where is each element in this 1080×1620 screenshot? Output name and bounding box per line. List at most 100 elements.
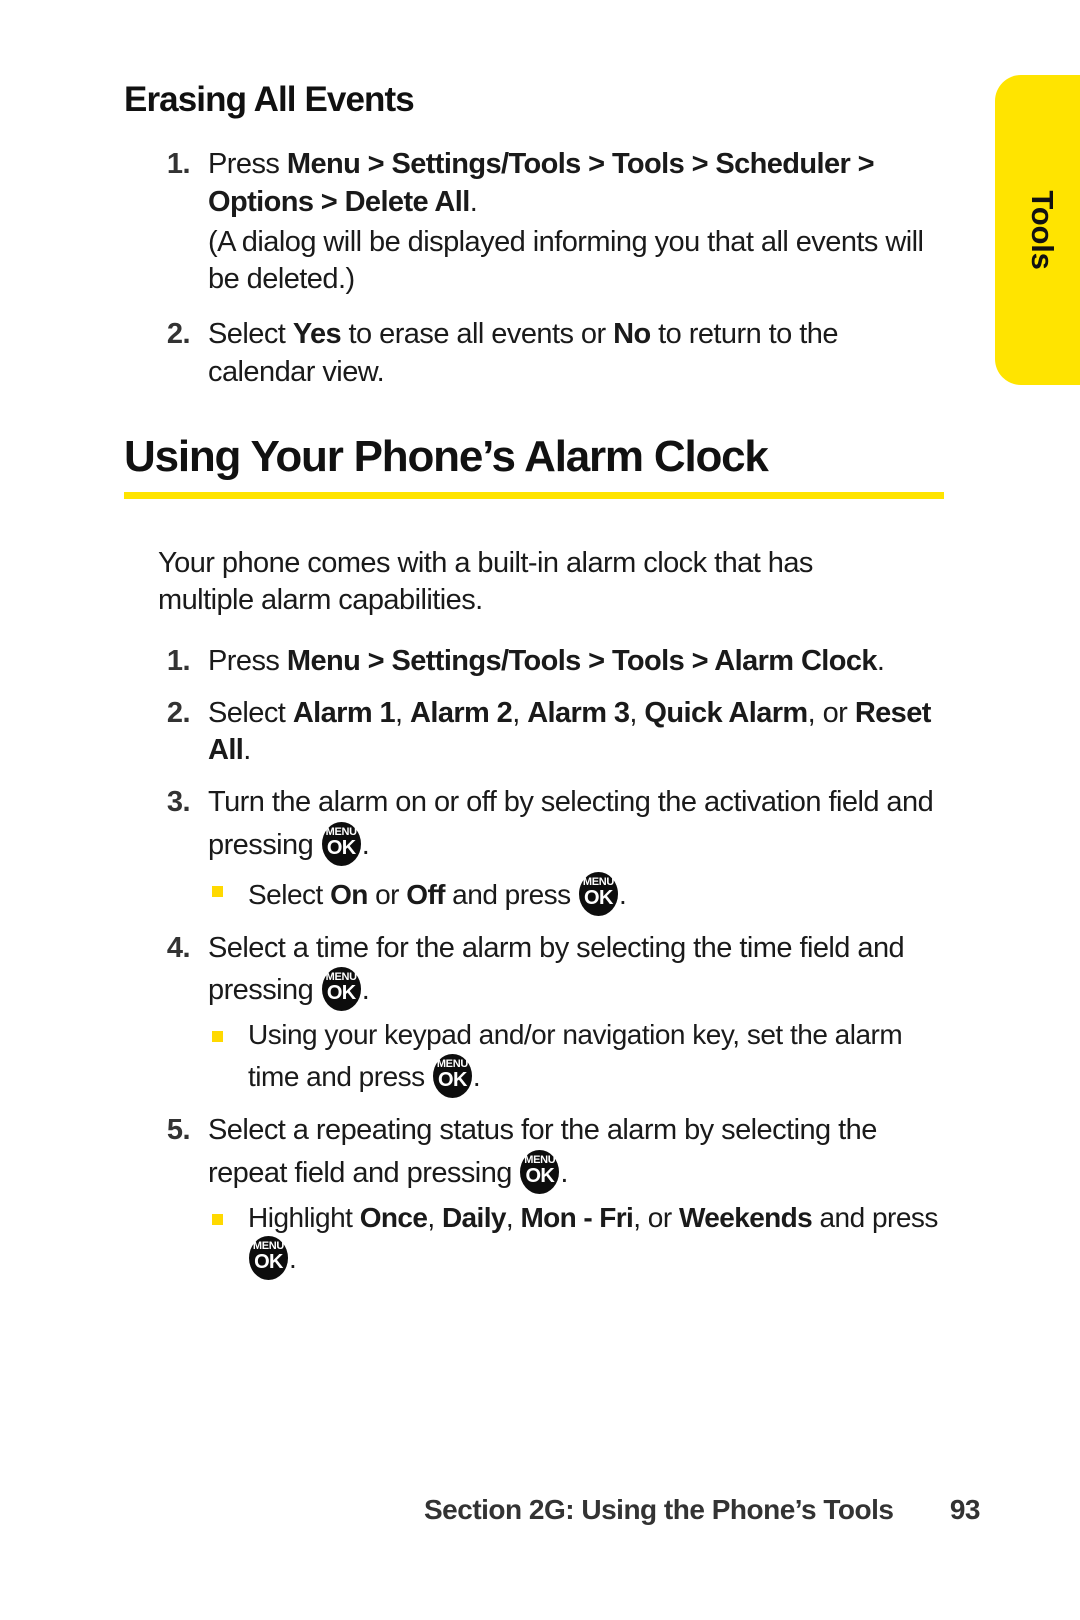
list-item: 4. Select a time for the alarm by select… xyxy=(124,930,944,1098)
step-number: 1. xyxy=(166,644,191,677)
list-item: Using your keypad and/or navigation key,… xyxy=(208,1017,944,1098)
alarm-steps-list: 1. Press Menu > Settings/Tools > Tools >… xyxy=(124,643,944,1280)
sub-bullet-list: Select On or Off and press MENU OK. xyxy=(208,871,944,916)
intro-paragraph: Your phone comes with a built-in alarm c… xyxy=(158,546,813,616)
menu-ok-key-icon: MENU OK xyxy=(578,871,618,916)
text-part: , xyxy=(512,696,528,729)
bullet-text: Using your keypad and/or navigation key,… xyxy=(248,1019,903,1098)
option-once-bold: Once xyxy=(359,1201,428,1233)
list-item: Highlight Once, Daily, Mon - Fri, or Wee… xyxy=(208,1200,944,1280)
list-item: 1. Press Menu > Settings/Tools > Tools >… xyxy=(124,643,944,681)
text-part: . xyxy=(243,734,251,767)
text-part: Highlight xyxy=(248,1201,360,1233)
option-quick-alarm-bold: Quick Alarm xyxy=(644,696,808,729)
menu-ok-key-icon: MENU OK xyxy=(432,1053,472,1098)
text-part: Select xyxy=(208,318,293,350)
text-part: . xyxy=(472,1060,481,1092)
section-heading-block: Using Your Phone’s Alarm Clock xyxy=(124,432,944,499)
page-content: Erasing All Events 1. Press Menu > Setti… xyxy=(124,80,944,1294)
menu-ok-key-bottom-label: OK xyxy=(254,1250,283,1273)
menu-ok-key-bottom-label: OK xyxy=(584,886,613,909)
option-daily-bold: Daily xyxy=(441,1201,507,1233)
option-mon-fri-bold: Mon - Fri xyxy=(520,1201,634,1233)
text-part: . xyxy=(876,644,885,677)
menu-ok-key-icon: MENU OK xyxy=(249,1235,288,1280)
erasing-steps-list: 1. Press Menu > Settings/Tools > Tools >… xyxy=(124,146,944,391)
bullet-text: Select On or Off and press MENU OK. xyxy=(248,871,627,916)
step-number: 2. xyxy=(166,696,191,729)
step-number: 3. xyxy=(166,786,191,819)
text-part: Turn the alarm on or off by selecting th… xyxy=(208,786,934,861)
step-number: 4. xyxy=(166,931,191,964)
footer-page-number: 93 xyxy=(949,1494,981,1525)
text-part: and press xyxy=(444,878,578,910)
text-part: . xyxy=(560,1156,568,1189)
footer-section-label: Section 2G: Using the Phone’s Tools xyxy=(424,1494,894,1525)
list-item: 1. Press Menu > Settings/Tools > Tools >… xyxy=(124,146,944,299)
text-part: , xyxy=(505,1201,521,1233)
menu-path-bold: Menu > Settings/Tools > Tools > Schedule… xyxy=(208,148,875,218)
step-text-lead: Press xyxy=(208,148,287,181)
square-bullet-icon xyxy=(212,885,223,897)
menu-ok-key-bottom-label: OK xyxy=(438,1068,467,1091)
option-off-bold: Off xyxy=(406,878,445,910)
manual-page: Tools Erasing All Events 1. Press Menu >… xyxy=(0,0,1080,1620)
step-text: Turn the alarm on or off by selecting th… xyxy=(208,786,934,866)
step-number: 2. xyxy=(166,318,191,350)
text-part: , xyxy=(427,1201,442,1233)
list-item: 3. Turn the alarm on or off by selecting… xyxy=(124,784,944,916)
step-text-tail: . xyxy=(469,185,478,218)
section-thumb-tab: Tools xyxy=(995,75,1080,385)
step-number: 1. xyxy=(166,148,191,181)
text-part: , xyxy=(629,696,645,729)
text-part: . xyxy=(289,1242,297,1274)
page-title: Using Your Phone’s Alarm Clock xyxy=(124,432,769,482)
menu-ok-key-icon: MENU OK xyxy=(321,967,361,1012)
option-no-bold: No xyxy=(613,318,651,350)
square-bullet-icon xyxy=(212,1213,223,1225)
text-part: , or xyxy=(807,696,855,729)
menu-ok-key-top-label: MENU xyxy=(524,1153,556,1166)
step-text: Press Menu > Settings/Tools > Tools > Sc… xyxy=(208,148,875,218)
step-text: Press Menu > Settings/Tools > Tools > Al… xyxy=(208,644,885,677)
text-part: Using your keypad and/or navigation key,… xyxy=(248,1019,903,1092)
sub-bullet-list: Highlight Once, Daily, Mon - Fri, or Wee… xyxy=(208,1200,944,1280)
step-text: Select Yes to erase all events or No to … xyxy=(208,318,838,388)
heading-rule-divider xyxy=(124,491,944,499)
list-item: 2. Select Alarm 1, Alarm 2, Alarm 3, Qui… xyxy=(124,695,944,770)
text-part: to erase all events or xyxy=(341,318,614,350)
option-alarm2-bold: Alarm 2 xyxy=(410,696,513,729)
text-part: or xyxy=(367,878,407,910)
step-text: Select Alarm 1, Alarm 2, Alarm 3, Quick … xyxy=(208,697,931,767)
step-number: 5. xyxy=(166,1113,191,1146)
subsection-heading-erasing-all-events: Erasing All Events xyxy=(124,80,415,119)
text-part: , or xyxy=(633,1201,679,1233)
text-part: and press xyxy=(812,1201,938,1233)
option-on-bold: On xyxy=(330,878,368,910)
text-part: Press xyxy=(208,644,287,677)
list-item: 2. Select Yes to erase all events or No … xyxy=(124,316,944,391)
thumb-tab-label: Tools xyxy=(1025,190,1060,270)
text-part: . xyxy=(618,878,627,910)
option-weekends-bold: Weekends xyxy=(678,1201,813,1233)
menu-ok-key-icon: MENU OK xyxy=(321,821,361,866)
text-part: Select a time for the alarm by selecting… xyxy=(208,931,905,1007)
sub-bullet-list: Using your keypad and/or navigation key,… xyxy=(208,1017,944,1098)
menu-ok-key-bottom-label: OK xyxy=(525,1164,555,1187)
option-alarm1-bold: Alarm 1 xyxy=(292,696,396,729)
text-part: . xyxy=(361,828,370,861)
menu-ok-key-bottom-label: OK xyxy=(326,982,356,1005)
list-item: Select On or Off and press MENU OK. xyxy=(208,871,944,916)
step-text: Select a time for the alarm by selecting… xyxy=(208,931,905,1012)
option-yes-bold: Yes xyxy=(292,318,342,350)
menu-ok-key-bottom-label: OK xyxy=(326,836,356,859)
step-note: (A dialog will be displayed informing yo… xyxy=(208,225,924,296)
option-alarm3-bold: Alarm 3 xyxy=(527,696,630,729)
menu-path-bold: Menu > Settings/Tools > Tools > Alarm Cl… xyxy=(286,644,878,677)
text-part: . xyxy=(361,974,370,1007)
text-part: Select xyxy=(208,696,293,729)
menu-ok-key-icon: MENU OK xyxy=(520,1149,560,1194)
bullet-text: Highlight Once, Daily, Mon - Fri, or Wee… xyxy=(248,1201,938,1280)
square-bullet-icon xyxy=(212,1031,223,1043)
text-part: Select xyxy=(248,878,331,910)
